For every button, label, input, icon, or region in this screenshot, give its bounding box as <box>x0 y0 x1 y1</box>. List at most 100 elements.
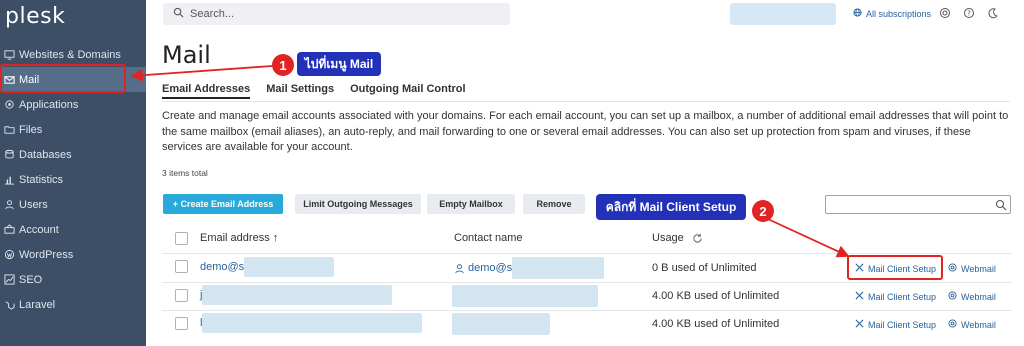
subscriptions-label: All subscriptions <box>866 8 932 19</box>
empty-mailbox-button[interactable]: Empty Mailbox <box>427 194 515 214</box>
redacted-block <box>452 313 550 335</box>
sidebar-item-laravel[interactable]: Laravel <box>0 292 146 317</box>
svg-text:?: ? <box>967 10 971 18</box>
sidebar-item-applications[interactable]: Applications <box>0 92 146 117</box>
redacted-block <box>452 285 598 307</box>
sidebar-item-account[interactable]: Account <box>0 217 146 242</box>
sidebar-item-users[interactable]: Users <box>0 192 146 217</box>
webmail-link[interactable]: Webmail <box>948 263 996 274</box>
user-icon <box>454 263 465 274</box>
gear-icon <box>4 99 15 110</box>
usage-cell: 0 B used of Unlimited <box>652 262 757 274</box>
row-checkbox[interactable] <box>175 260 188 273</box>
tabs-divider <box>162 101 1010 102</box>
wordpress-icon <box>4 249 15 260</box>
help-icon[interactable]: ? <box>962 6 976 20</box>
list-search-input[interactable] <box>825 195 1011 214</box>
sidebar-item-label: Files <box>19 123 43 136</box>
contact-cell[interactable] <box>452 285 598 307</box>
redacted-block <box>244 257 335 277</box>
lifebuoy-icon[interactable] <box>938 6 952 20</box>
dark-mode-icon[interactable] <box>986 6 1000 20</box>
tab-email-addresses[interactable]: Email Addresses <box>162 83 251 99</box>
step-1-callout: ไปที่เมนู Mail <box>297 52 381 76</box>
webmail-link[interactable]: Webmail <box>948 291 996 302</box>
step-2-callout: คลิกที่ Mail Client Setup <box>596 194 746 220</box>
redacted-block <box>512 257 605 279</box>
tab-mail-settings[interactable]: Mail Settings <box>266 83 334 99</box>
monitor-icon <box>4 49 15 60</box>
usage-header-label: Usage <box>652 232 684 244</box>
email-cell[interactable]: demo@s <box>200 257 335 277</box>
webmail-icon <box>948 319 961 330</box>
sidebar-item-seo[interactable]: SEO <box>0 267 146 292</box>
webmail-icon <box>948 263 961 274</box>
user-icon <box>4 199 15 210</box>
email-cell[interactable]: j <box>200 285 393 305</box>
create-email-address-button[interactable]: + Create Email Address <box>163 194 283 214</box>
contact-cell[interactable] <box>452 313 550 335</box>
mail-client-setup-link[interactable]: Mail Client Setup <box>855 319 936 330</box>
webmail-label: Webmail <box>961 263 996 274</box>
arrow-to-mail-client-setup <box>756 213 850 258</box>
contact-cell[interactable]: demo@s <box>454 257 605 279</box>
limit-outgoing-messages-button[interactable]: Limit Outgoing Messages <box>295 194 421 214</box>
page-title: Mail <box>162 41 211 69</box>
sidebar-item-label: WordPress <box>19 248 74 261</box>
search-input[interactable]: Search... <box>163 3 510 25</box>
folder-icon <box>4 124 15 135</box>
column-header-usage[interactable]: Usage <box>652 232 703 244</box>
sidebar-item-label: Databases <box>19 148 72 161</box>
email-text: demo@s <box>200 261 245 273</box>
row-checkbox[interactable] <box>175 317 188 330</box>
tab-bar: Email Addresses Mail Settings Outgoing M… <box>162 83 466 99</box>
sidebar-item-label: Account <box>19 223 59 236</box>
plesk-logo[interactable]: plesk <box>5 4 65 29</box>
sidebar-item-label: Websites & Domains <box>19 48 121 61</box>
contact-text: demo@s <box>468 262 513 274</box>
tab-outgoing-mail-control[interactable]: Outgoing Mail Control <box>350 83 465 99</box>
select-all-checkbox[interactable] <box>175 232 188 245</box>
setup-label: Mail Client Setup <box>868 291 937 302</box>
sidebar-item-wordpress[interactable]: WordPress <box>0 242 146 267</box>
webmail-link[interactable]: Webmail <box>948 319 996 330</box>
column-header-email[interactable]: Email address ↑ <box>200 232 278 244</box>
remove-button[interactable]: Remove <box>523 194 585 214</box>
highlight-mail-client-setup <box>847 255 943 280</box>
mail-client-setup-link[interactable]: Mail Client Setup <box>855 291 936 302</box>
redacted-block <box>202 313 423 333</box>
laravel-icon <box>4 299 15 310</box>
usage-cell: 4.00 KB used of Unlimited <box>652 290 780 302</box>
search-icon <box>173 7 190 21</box>
column-header-contact[interactable]: Contact name <box>454 232 522 244</box>
sidebar-item-label: SEO <box>19 273 43 286</box>
sidebar-item-label: Users <box>19 198 48 211</box>
redacted-user-box[interactable] <box>730 3 836 25</box>
row-checkbox[interactable] <box>175 289 188 302</box>
search-placeholder: Search... <box>190 8 235 20</box>
step-1-badge: 1 <box>272 54 294 76</box>
webmail-label: Webmail <box>961 291 996 302</box>
sidebar-item-statistics[interactable]: Statistics <box>0 167 146 192</box>
step-2-badge: 2 <box>752 200 774 222</box>
tools-icon <box>855 319 868 330</box>
webmail-label: Webmail <box>961 319 996 330</box>
sidebar-item-files[interactable]: Files <box>0 117 146 142</box>
bar-chart-icon <box>4 174 15 185</box>
sidebar-item-label: Laravel <box>19 298 56 311</box>
webmail-icon <box>948 291 961 302</box>
page-description: Create and manage email accounts associa… <box>162 110 1009 153</box>
topbar: Search... All subscriptions ? <box>146 0 1024 30</box>
email-cell[interactable]: l <box>200 313 423 333</box>
sidebar-item-label: Applications <box>19 98 79 111</box>
sidebar: plesk Websites & Domains Mail Applicatio… <box>0 0 146 346</box>
subscriptions-selector[interactable]: All subscriptions <box>853 8 931 19</box>
setup-label: Mail Client Setup <box>868 319 937 330</box>
usage-cell: 4.00 KB used of Unlimited <box>652 318 780 330</box>
redacted-block <box>202 285 393 305</box>
globe-icon <box>853 8 866 19</box>
refresh-icon[interactable] <box>692 233 703 244</box>
sidebar-item-databases[interactable]: Databases <box>0 142 146 167</box>
sidebar-item-label: Statistics <box>19 173 64 186</box>
database-icon <box>4 149 15 160</box>
